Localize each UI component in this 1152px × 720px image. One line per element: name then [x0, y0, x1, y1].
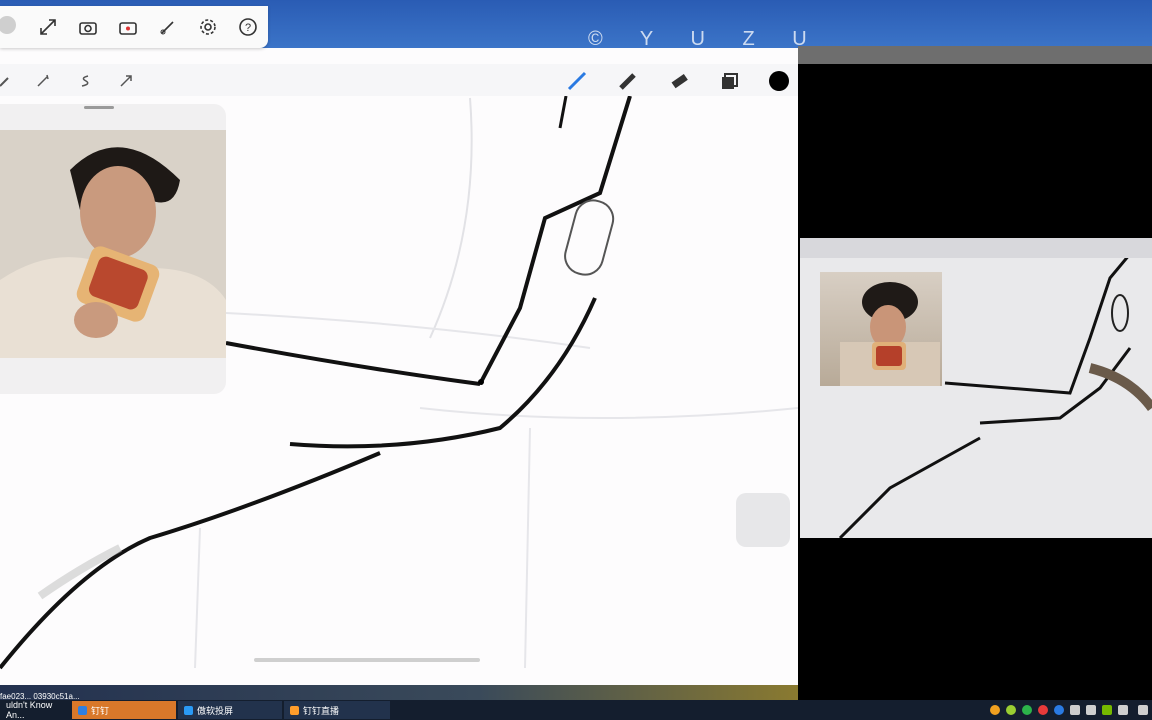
- taskbar-item-screen-mirror[interactable]: 傲软投屏: [178, 701, 282, 719]
- ipad-portrait-image: [840, 282, 940, 386]
- selection-icon[interactable]: [74, 70, 96, 92]
- help-icon[interactable]: ?: [237, 16, 259, 38]
- transform-icon[interactable]: [115, 70, 137, 92]
- avatar[interactable]: [0, 14, 18, 36]
- eraser-icon[interactable]: [668, 70, 690, 92]
- dingtalk-live-icon: [290, 705, 299, 715]
- ipad-reference-photo: [820, 272, 942, 386]
- nvidia-icon[interactable]: [1102, 705, 1112, 715]
- magic-wand-icon[interactable]: [32, 70, 54, 92]
- tray-icon[interactable]: [1022, 705, 1032, 715]
- taskbar-label: 傲软投屏: [197, 705, 234, 716]
- wifi-icon[interactable]: [1086, 705, 1096, 715]
- dingtalk-icon: [78, 705, 87, 715]
- svg-text:?: ?: [245, 22, 251, 34]
- color-icon[interactable]: [768, 70, 790, 92]
- tray-icon[interactable]: [1054, 705, 1064, 715]
- taskbar-item-dingtalk[interactable]: 钉钉: [72, 701, 176, 719]
- layers-icon[interactable]: [718, 70, 740, 92]
- brush-icon[interactable]: [566, 70, 588, 92]
- tray-icon[interactable]: [1038, 705, 1048, 715]
- taskbar-label: 钉钉直播: [303, 705, 340, 716]
- video-camera-icon[interactable]: [117, 16, 139, 38]
- camera-icon[interactable]: [77, 16, 99, 38]
- usb-icon[interactable]: [1070, 705, 1080, 715]
- modify-button[interactable]: [736, 493, 790, 547]
- panel-drag-handle[interactable]: [84, 106, 114, 109]
- ipad-toolbar: [800, 238, 1152, 258]
- pen-icon[interactable]: [1138, 705, 1148, 715]
- expand-icon[interactable]: [37, 16, 59, 38]
- tray-icon[interactable]: [990, 705, 1000, 715]
- home-indicator[interactable]: [254, 658, 480, 662]
- portrait-image: [0, 130, 226, 358]
- smudge-icon[interactable]: [617, 70, 639, 92]
- screen-mirror-icon: [184, 705, 193, 715]
- volume-icon[interactable]: [1118, 705, 1128, 715]
- brush-icon[interactable]: [157, 16, 179, 38]
- reference-photo: [0, 130, 226, 358]
- taskbar-item-music[interactable]: uldn't Know An...: [0, 700, 70, 720]
- tray-icon[interactable]: [1006, 705, 1016, 715]
- taskbar-item-dingtalk-live[interactable]: 钉钉直播: [284, 701, 390, 719]
- settings-icon[interactable]: [197, 16, 219, 38]
- taskbar-label: uldn't Know An...: [6, 700, 53, 720]
- wrench-icon[interactable]: [0, 70, 16, 92]
- taskbar-label: 钉钉: [91, 705, 110, 716]
- desktop-strip: [0, 685, 798, 700]
- window-titlebar: [798, 46, 1152, 64]
